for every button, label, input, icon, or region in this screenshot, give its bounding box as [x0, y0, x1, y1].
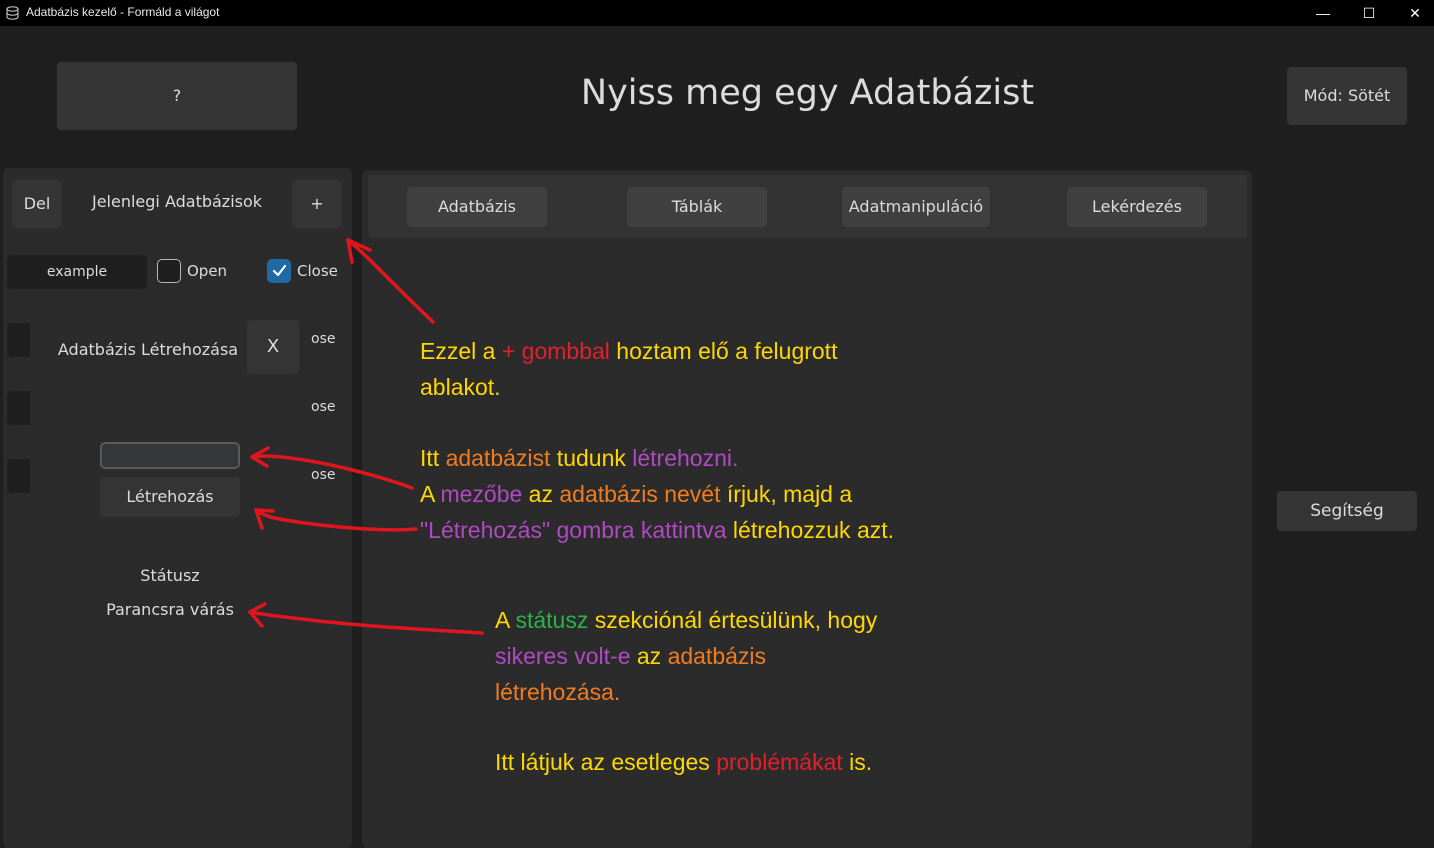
annotation-text: tudunk [550, 445, 633, 471]
theme-mode-button[interactable]: Mód: Sötét [1287, 67, 1407, 125]
annotation-text: adatbázis nevét [559, 481, 721, 507]
question-button[interactable]: ? [57, 62, 297, 130]
annotation-text: gombbal [521, 338, 610, 364]
annotation-text: mezőbe [440, 481, 523, 507]
annotation-text: majd a [776, 481, 853, 507]
maximize-icon[interactable]: ☐ [1346, 0, 1392, 26]
minimize-icon[interactable]: — [1300, 0, 1346, 26]
database-icon [6, 6, 19, 20]
title-bar: Adatbázis kezelő - Formáld a világot — ☐… [0, 0, 1434, 26]
annotation-text: ablakot. [420, 374, 501, 400]
database-name-example[interactable]: example [7, 255, 147, 289]
tab-queries[interactable]: Lekérdezés [1067, 187, 1207, 227]
tab-database[interactable]: Adatbázis [407, 187, 547, 227]
annotation-text: létrehozzuk azt. [726, 517, 895, 543]
annotation-text: létrehozni. [632, 445, 739, 471]
annotation-text: A [420, 481, 441, 507]
window-title: Adatbázis kezelő - Formáld a világot [26, 5, 220, 19]
open-checkbox[interactable] [157, 259, 181, 283]
status-value: Parancsra várás [106, 600, 234, 619]
close-window-icon[interactable]: ✕ [1392, 0, 1434, 26]
annotation-text: Itt [420, 445, 446, 471]
annotation-text: írjuk, [720, 481, 777, 507]
annotation-text: problémákat [716, 749, 843, 775]
annotation-text: státusz [515, 607, 589, 633]
delete-button[interactable]: Del [12, 180, 62, 228]
status-label: Státusz [140, 566, 200, 585]
create-button[interactable]: Létrehozás [100, 477, 240, 517]
close-label-fragment: ose [311, 399, 336, 415]
close-checkbox[interactable] [267, 259, 291, 283]
popup-title: Adatbázis Létrehozása [57, 340, 239, 359]
sidebar-title: Jelenlegi Adatbázisok [91, 192, 263, 211]
annotation-text: szekciónál értesülünk, hogy [588, 607, 878, 633]
annotation-text: "Létrehozás" gombra kattintva [420, 517, 727, 543]
annotation-text: létrehozása. [495, 679, 621, 705]
annotation-create: Itt adatbázist tudunk létrehozni. A mező… [420, 440, 1020, 548]
annotation-text: is. [842, 749, 873, 775]
close-label: Close [297, 262, 338, 280]
annotation-text: + [501, 338, 522, 364]
popup-close-button[interactable]: X [247, 320, 299, 374]
annotation-problems: Itt látjuk az esetleges problémákat is. [495, 744, 1015, 780]
annotation-text: hoztam elő a felugrott [609, 338, 838, 364]
close-label-fragment: ose [311, 331, 336, 347]
annotation-text: az [522, 481, 560, 507]
help-button[interactable]: Segítség [1277, 491, 1417, 531]
add-database-button[interactable]: + [292, 180, 342, 228]
annotation-text: adatbázist [445, 445, 551, 471]
annotation-text: az [630, 643, 668, 669]
annotation-text: Ezzel a [420, 338, 502, 364]
annotation-text: Itt látjuk az esetleges [495, 749, 717, 775]
annotation-status: A státusz szekciónál értesülünk, hogy si… [495, 602, 955, 710]
tab-data-manipulation[interactable]: Adatmanipuláció [842, 187, 990, 227]
annotation-text: sikeres volt-e [495, 643, 631, 669]
open-label: Open [187, 262, 228, 280]
close-label-fragment: ose [311, 467, 336, 483]
database-name-input[interactable] [100, 442, 240, 469]
tab-tables[interactable]: Táblák [627, 187, 767, 227]
checkmark-icon [272, 264, 286, 277]
annotation-plus-button: Ezzel a + gombbal hoztam elő a felugrott… [420, 333, 940, 405]
annotation-text: A [495, 607, 516, 633]
annotation-text: adatbázis [667, 643, 767, 669]
page-title: Nyiss meg egy Adatbázist [580, 73, 1035, 113]
